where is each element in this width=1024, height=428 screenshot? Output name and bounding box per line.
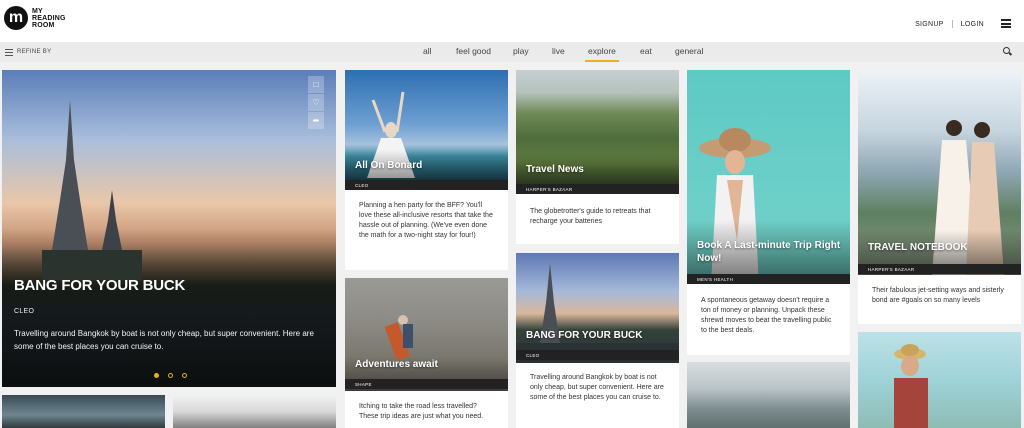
story-title[interactable]: Travel News	[526, 164, 584, 175]
story-description: The globetrotter's guide to retreats tha…	[530, 208, 651, 225]
story-card[interactable]	[687, 362, 850, 428]
story-card[interactable]	[173, 395, 336, 428]
category-nav: REFINE BY all feel good play live explor…	[0, 42, 1024, 62]
story-card-adventures[interactable]: Adventures await SHAPE Itching to take t…	[345, 278, 508, 428]
login-link[interactable]: LOGIN	[961, 21, 984, 28]
hero-actions: □ ♡ ➦	[308, 76, 324, 130]
hero-description: Travelling around Bangkok by boat is not…	[14, 329, 314, 351]
top-header: m MY READING ROOM SIGNUP LOGIN	[0, 0, 1024, 42]
tab-all[interactable]: all	[423, 46, 432, 62]
story-source: HARPER'S BAZAAR	[516, 184, 679, 194]
story-card[interactable]	[2, 395, 165, 428]
share-icon[interactable]: ➦	[308, 112, 324, 129]
temple-silhouette	[516, 263, 679, 363]
tab-live[interactable]: live	[552, 46, 565, 62]
carousel-dots	[154, 373, 196, 378]
woman-in-hat	[894, 344, 928, 428]
logo-line: READING	[32, 14, 66, 22]
story-card-notebook[interactable]: TRAVEL NOTEBOOK HARPER'S BAZAAR Their fa…	[858, 70, 1021, 324]
story-description: Planning a hen party for the BFF? You'll…	[359, 202, 493, 239]
story-source: HARPER'S BAZAAR	[858, 264, 1021, 274]
story-image	[516, 253, 679, 363]
story-card-last-minute[interactable]: Book A Last-minute Trip Right Now! MEN'S…	[687, 70, 850, 355]
story-title[interactable]: Book A Last-minute Trip Right Now!	[697, 239, 842, 265]
featured-story[interactable]: □ ♡ ➦ BANG FOR YOUR BUCK CLEO Travelling…	[2, 70, 336, 387]
story-card-travel-news[interactable]: Travel News HARPER'S BAZAAR The globetro…	[516, 70, 679, 244]
logo-line: MY	[32, 7, 43, 15]
story-title[interactable]: All On Bonard	[355, 160, 422, 171]
story-card[interactable]	[858, 332, 1021, 428]
tab-general[interactable]: general	[675, 46, 703, 62]
tab-explore[interactable]: explore	[585, 46, 619, 62]
bookmark-icon[interactable]: □	[308, 76, 324, 93]
story-title[interactable]: BANG FOR YOUR BUCK	[526, 330, 642, 341]
story-image	[858, 332, 1021, 428]
hiker-figure	[384, 315, 413, 361]
hero-title[interactable]: BANG FOR YOUR BUCK	[14, 277, 185, 294]
story-image	[173, 395, 336, 428]
story-description: Their fabulous jet-setting ways and sist…	[872, 287, 1004, 304]
tab-eat[interactable]: eat	[640, 46, 652, 62]
search-icon[interactable]	[1003, 47, 1013, 56]
carousel-dot[interactable]	[168, 373, 173, 378]
signup-link[interactable]: SIGNUP	[915, 21, 944, 28]
story-title[interactable]: Adventures await	[355, 359, 438, 370]
story-image	[687, 362, 850, 428]
hero-source: CLEO	[14, 308, 35, 315]
story-image	[345, 278, 508, 391]
temple-silhouette	[42, 100, 142, 280]
heart-icon[interactable]: ♡	[308, 94, 324, 111]
carousel-dot[interactable]	[154, 373, 159, 378]
story-title[interactable]: TRAVEL NOTEBOOK	[868, 242, 968, 253]
tab-list: all feel good play live explore eat gene…	[0, 42, 1024, 62]
carousel-dot[interactable]	[182, 373, 187, 378]
story-image	[2, 395, 165, 428]
logo-mark: m	[4, 6, 28, 30]
story-card-bangkok[interactable]: BANG FOR YOUR BUCK CLEO Travelling aroun…	[516, 253, 679, 428]
tab-feel-good[interactable]: feel good	[456, 46, 491, 62]
story-source: MEN'S HEALTH	[687, 274, 850, 284]
logo-line: ROOM	[32, 21, 55, 29]
story-source: SHAPE	[345, 379, 508, 389]
account-links: SIGNUP LOGIN	[915, 20, 984, 28]
logo-text: MY READING ROOM	[32, 8, 66, 29]
story-description: A spontaneous getaway doesn't require a …	[701, 297, 832, 334]
divider	[951, 20, 953, 28]
story-source: CLEO	[345, 180, 508, 190]
site-logo[interactable]: m MY READING ROOM	[4, 6, 66, 30]
menu-icon[interactable]	[1001, 19, 1011, 28]
story-description: Itching to take the road less travelled?…	[359, 403, 484, 420]
story-description: Travelling around Bangkok by boat is not…	[530, 374, 664, 401]
story-source: CLEO	[516, 350, 679, 360]
story-card-bonard[interactable]: All On Bonard CLEO Planning a hen party …	[345, 70, 508, 270]
tab-play[interactable]: play	[513, 46, 529, 62]
